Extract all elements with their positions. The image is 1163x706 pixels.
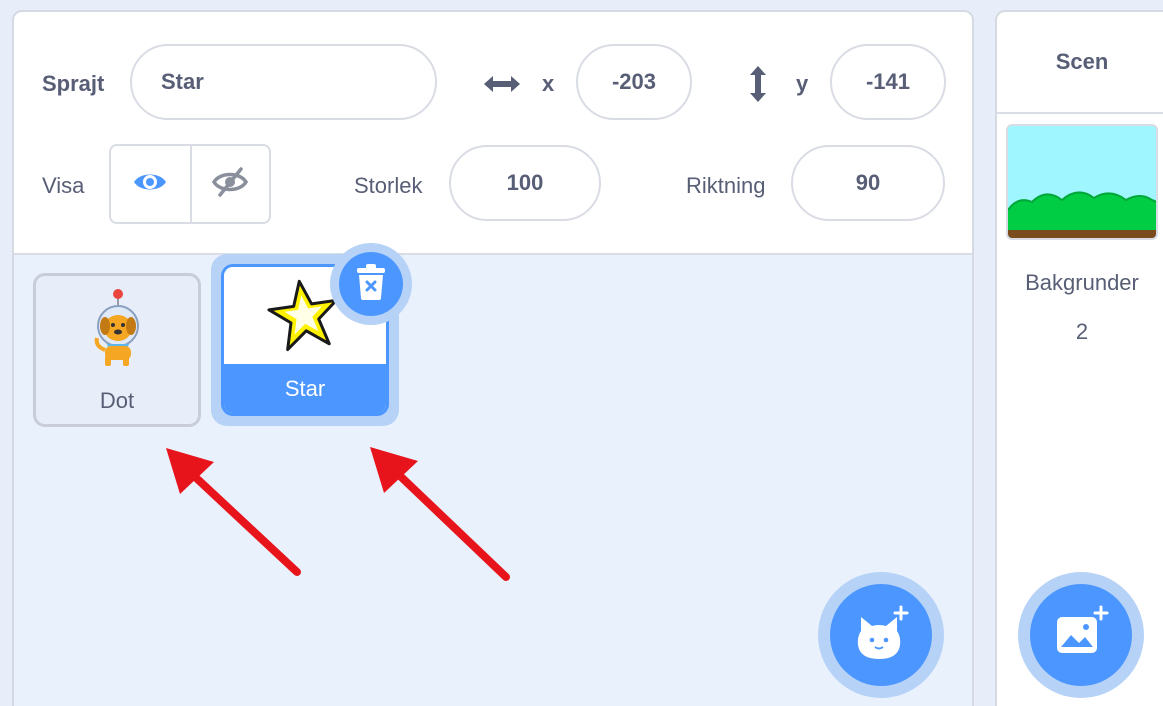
x-label: x: [542, 71, 555, 96]
size-label: Storlek: [354, 173, 423, 198]
sprite-tile-label: Star: [224, 364, 386, 413]
eye-hidden-icon: [211, 166, 249, 203]
visibility-toggle-group: [109, 144, 271, 224]
backdrop-thumbnail[interactable]: [1006, 124, 1158, 240]
add-sprite-button-ring: [818, 572, 944, 698]
backdrops-label: Bakgrunder: [1025, 270, 1139, 295]
y-input[interactable]: -141: [830, 44, 946, 120]
add-sprite-icon: [853, 605, 909, 666]
add-backdrop-button[interactable]: [1030, 584, 1132, 686]
delete-sprite-button-ring: [330, 243, 412, 325]
add-backdrop-icon: [1053, 605, 1109, 666]
y-label: y: [796, 71, 809, 96]
sprite-info-panel: Sprajt Star x -203 y -141 Visa Storlek 1…: [14, 12, 972, 255]
dot-sprite-thumbnail: [83, 288, 149, 373]
show-label: Visa: [42, 173, 85, 198]
add-sprite-button[interactable]: [830, 584, 932, 686]
eye-icon: [132, 169, 168, 200]
sprite-tile-dot[interactable]: Dot: [33, 273, 201, 427]
trash-icon: [354, 263, 388, 306]
add-backdrop-button-ring: [1018, 572, 1144, 698]
horizontal-arrow-icon: [480, 70, 524, 98]
sprite-tile-label: Dot: [99, 388, 135, 413]
backdrops-count: 2: [1075, 319, 1089, 344]
size-input[interactable]: 100: [449, 145, 601, 221]
direction-input[interactable]: 90: [791, 145, 945, 221]
stage-title[interactable]: Scen: [997, 12, 1163, 114]
show-button[interactable]: [111, 146, 190, 222]
sprite-label: Sprajt: [42, 71, 105, 96]
hide-button[interactable]: [189, 146, 269, 222]
delete-sprite-button[interactable]: [339, 252, 403, 316]
sprite-name-input[interactable]: Star: [130, 44, 437, 120]
x-input[interactable]: -203: [576, 44, 692, 120]
direction-label: Riktning: [686, 173, 766, 198]
vertical-arrow-icon: [744, 62, 772, 106]
